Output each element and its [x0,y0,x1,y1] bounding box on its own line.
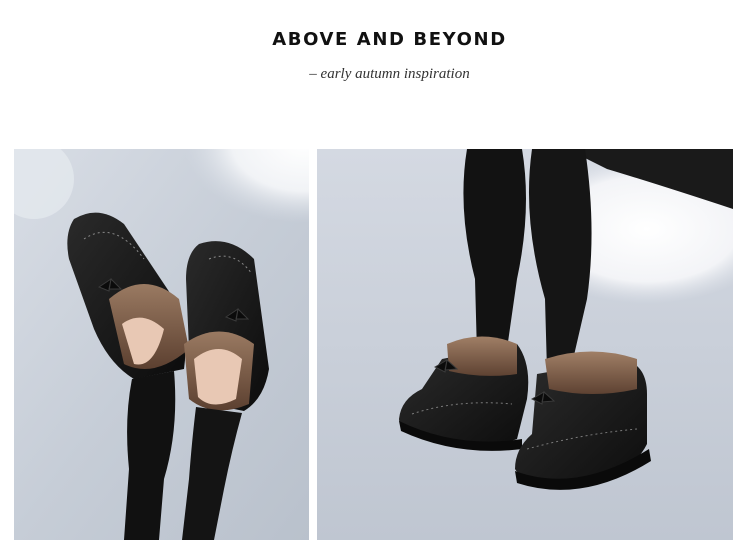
page-subtitle: – early autumn inspiration [309,66,470,82]
product-photo-left [14,149,309,540]
product-photo-right [317,149,733,540]
left-shoe-fur-collar [447,336,517,376]
right-shoe-fur-collar [545,351,637,394]
product-photo-right-illustration [317,149,733,540]
product-photo-left-illustration [14,149,309,540]
page-title: ABOVE AND BEYOND [272,29,507,50]
